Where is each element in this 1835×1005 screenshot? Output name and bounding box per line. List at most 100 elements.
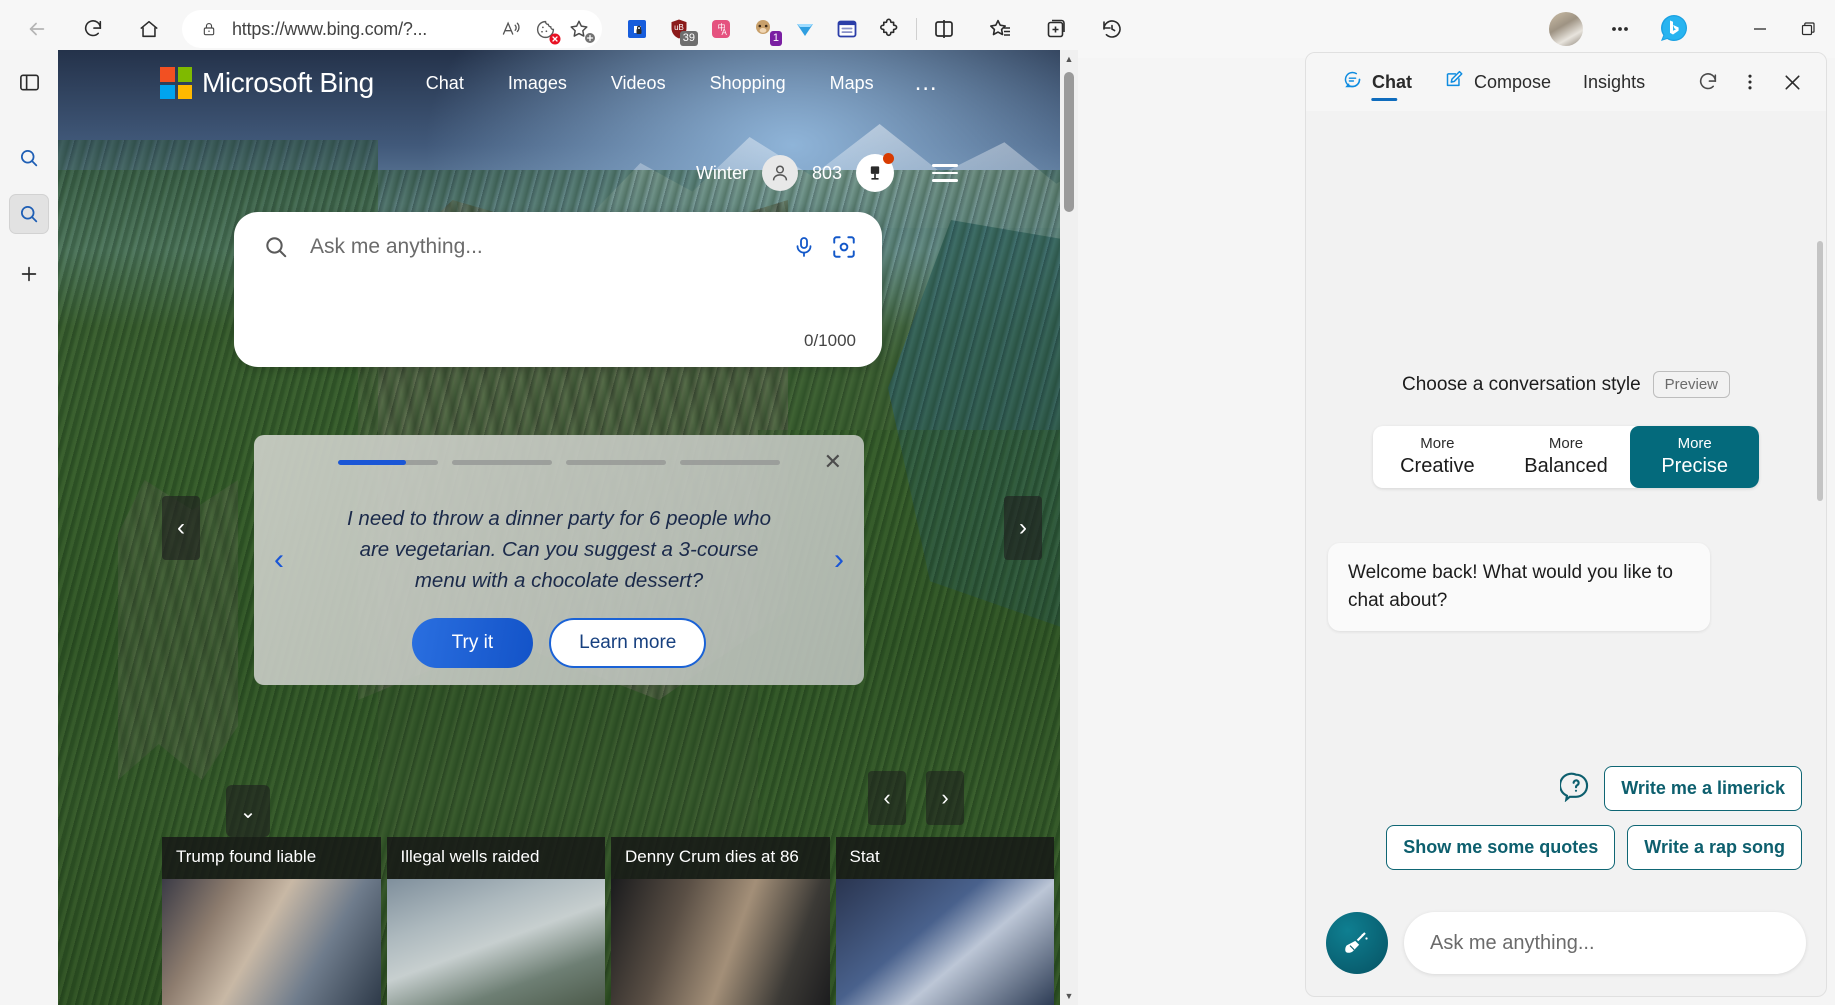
- brand-title: Microsoft Bing: [202, 67, 374, 98]
- microphone-icon[interactable]: [784, 227, 824, 267]
- bing-nav: Chat Images Videos Shopping Maps …: [404, 67, 959, 100]
- bing-copilot-icon[interactable]: [1655, 10, 1693, 48]
- more-options-icon[interactable]: [1732, 64, 1768, 100]
- refresh-button[interactable]: [74, 10, 112, 48]
- news-thumbnail: [611, 879, 830, 1005]
- restore-button[interactable]: [1785, 9, 1831, 49]
- microsoft-logo-icon: [160, 67, 192, 99]
- ublock-shield-icon[interactable]: uB 39: [660, 10, 698, 48]
- style-option-bottom: Creative: [1400, 454, 1475, 477]
- tampermonkey-icon[interactable]: 1: [744, 10, 782, 48]
- nav-maps[interactable]: Maps: [808, 67, 896, 100]
- translate-icon[interactable]: 中A: [702, 10, 740, 48]
- learn-more-button[interactable]: Learn more: [549, 618, 707, 668]
- progress-dot[interactable]: [452, 460, 552, 465]
- tab-compose[interactable]: Compose: [1428, 53, 1567, 111]
- chat-scrollbar-thumb[interactable]: [1817, 241, 1823, 501]
- style-option-bottom: Balanced: [1524, 454, 1608, 477]
- hamburger-menu-icon[interactable]: [932, 164, 958, 182]
- chat-tab-bar: Chat Compose Insights: [1306, 53, 1826, 111]
- puzzle-extensions-icon[interactable]: [870, 10, 908, 48]
- notification-dot: [883, 153, 894, 164]
- promo-next-icon[interactable]: ›: [834, 543, 844, 577]
- carousel-next-mid-icon[interactable]: ›: [926, 771, 964, 825]
- diamond-icon[interactable]: [786, 10, 824, 48]
- sidebar-toggle-icon[interactable]: [9, 62, 49, 102]
- style-heading: Choose a conversation style: [1401, 373, 1641, 395]
- progress-dot[interactable]: [680, 460, 780, 465]
- page-scrollbar[interactable]: ▲ ▼: [1060, 50, 1078, 1005]
- style-option-creative[interactable]: More Creative: [1373, 426, 1502, 488]
- extension-badge: 1: [769, 31, 782, 46]
- profile-avatar[interactable]: [1547, 10, 1585, 48]
- bing-search-box[interactable]: Ask me anything... 0/1000: [234, 212, 882, 367]
- suggestion-show-quotes[interactable]: Show me some quotes: [1386, 825, 1616, 870]
- scrollbar-thumb[interactable]: [1064, 72, 1074, 212]
- try-it-button[interactable]: Try it: [411, 618, 534, 668]
- close-icon[interactable]: ✕: [824, 451, 842, 473]
- rewards-icon[interactable]: [856, 153, 894, 192]
- user-avatar-icon[interactable]: [761, 155, 798, 191]
- edge-sidebar: [0, 50, 58, 1005]
- carousel-prev-mid-icon[interactable]: ‹: [868, 771, 906, 825]
- style-option-balanced[interactable]: More Balanced: [1502, 426, 1631, 488]
- sidebar-item-search-active[interactable]: [9, 194, 49, 234]
- new-topic-broom-icon[interactable]: [1326, 912, 1388, 974]
- rewards-count: 803: [811, 162, 842, 183]
- history-icon[interactable]: [1093, 10, 1131, 48]
- chat-scrollbar[interactable]: [1815, 181, 1825, 986]
- welcome-message-bubble: Welcome back! What would you like to cha…: [1328, 543, 1710, 631]
- visual-search-icon[interactable]: [824, 227, 864, 267]
- progress-dot[interactable]: [566, 460, 666, 465]
- address-url: https://www.bing.com/?...: [232, 18, 428, 39]
- address-bar[interactable]: https://www.bing.com/?...: [182, 10, 602, 48]
- refresh-icon[interactable]: [1690, 64, 1726, 100]
- read-aloud-icon[interactable]: [494, 12, 528, 46]
- sidebar-item-search[interactable]: [9, 138, 49, 178]
- nav-shopping[interactable]: Shopping: [688, 67, 808, 100]
- tab-insights[interactable]: Insights: [1567, 53, 1661, 111]
- news-next-button[interactable]: ›: [1004, 495, 1042, 560]
- split-screen-icon[interactable]: [925, 10, 963, 48]
- minimize-button[interactable]: [1737, 9, 1783, 49]
- nav-videos[interactable]: Videos: [589, 67, 688, 100]
- scrollbar-up-arrow[interactable]: ▲: [1060, 50, 1078, 68]
- bing-user-bar: Winter 803: [696, 153, 958, 192]
- news-card[interactable]: Trump found liable: [162, 837, 381, 1005]
- question-bubble-icon: [1559, 770, 1592, 807]
- style-option-precise[interactable]: More Precise: [1630, 426, 1759, 488]
- promo-text: I need to throw a dinner party for 6 peo…: [347, 507, 771, 592]
- news-card[interactable]: Stat: [835, 837, 1054, 1005]
- nav-more-icon[interactable]: …: [896, 71, 959, 95]
- collections-icon[interactable]: [1037, 10, 1075, 48]
- search-placeholder: Ask me anything...: [310, 235, 483, 258]
- suggestion-write-limerick[interactable]: Write me a limerick: [1604, 766, 1802, 811]
- news-prev-button[interactable]: ‹: [162, 495, 200, 560]
- news-card[interactable]: Illegal wells raided: [386, 837, 605, 1005]
- bitwarden-icon[interactable]: [618, 10, 656, 48]
- cookies-blocked-icon[interactable]: [528, 12, 562, 46]
- add-favorite-icon[interactable]: [562, 12, 596, 46]
- home-button[interactable]: [130, 10, 168, 48]
- chat-input[interactable]: Ask me anything...: [1404, 912, 1806, 974]
- nav-images[interactable]: Images: [486, 67, 589, 100]
- sidebar-add-icon[interactable]: [9, 254, 49, 294]
- promo-card: ✕ I need to throw a dinner party for 6 p…: [254, 435, 864, 685]
- close-icon[interactable]: [1774, 64, 1810, 100]
- conversation-style-section: Choose a conversation style Preview More…: [1306, 371, 1826, 488]
- news-thumbnail: [386, 879, 605, 1005]
- tab-chat[interactable]: Chat: [1326, 53, 1428, 111]
- scrollbar-down-arrow[interactable]: ▼: [1060, 987, 1078, 1005]
- scroll-down-button[interactable]: ⌄: [226, 785, 270, 837]
- promo-prev-icon[interactable]: ‹: [274, 543, 284, 577]
- favorites-icon[interactable]: [981, 10, 1019, 48]
- progress-dot[interactable]: [338, 460, 438, 465]
- news-card[interactable]: Denny Crum dies at 86: [611, 837, 830, 1005]
- nav-chat[interactable]: Chat: [404, 67, 486, 100]
- bing-page: Microsoft Bing Chat Images Videos Shoppi…: [58, 50, 1078, 1005]
- style-option-top: More: [1548, 435, 1584, 453]
- suggestion-write-rap-song[interactable]: Write a rap song: [1627, 825, 1802, 870]
- back-button[interactable]: [18, 10, 56, 48]
- settings-and-more-icon[interactable]: [1601, 10, 1639, 48]
- reader-icon[interactable]: [828, 10, 866, 48]
